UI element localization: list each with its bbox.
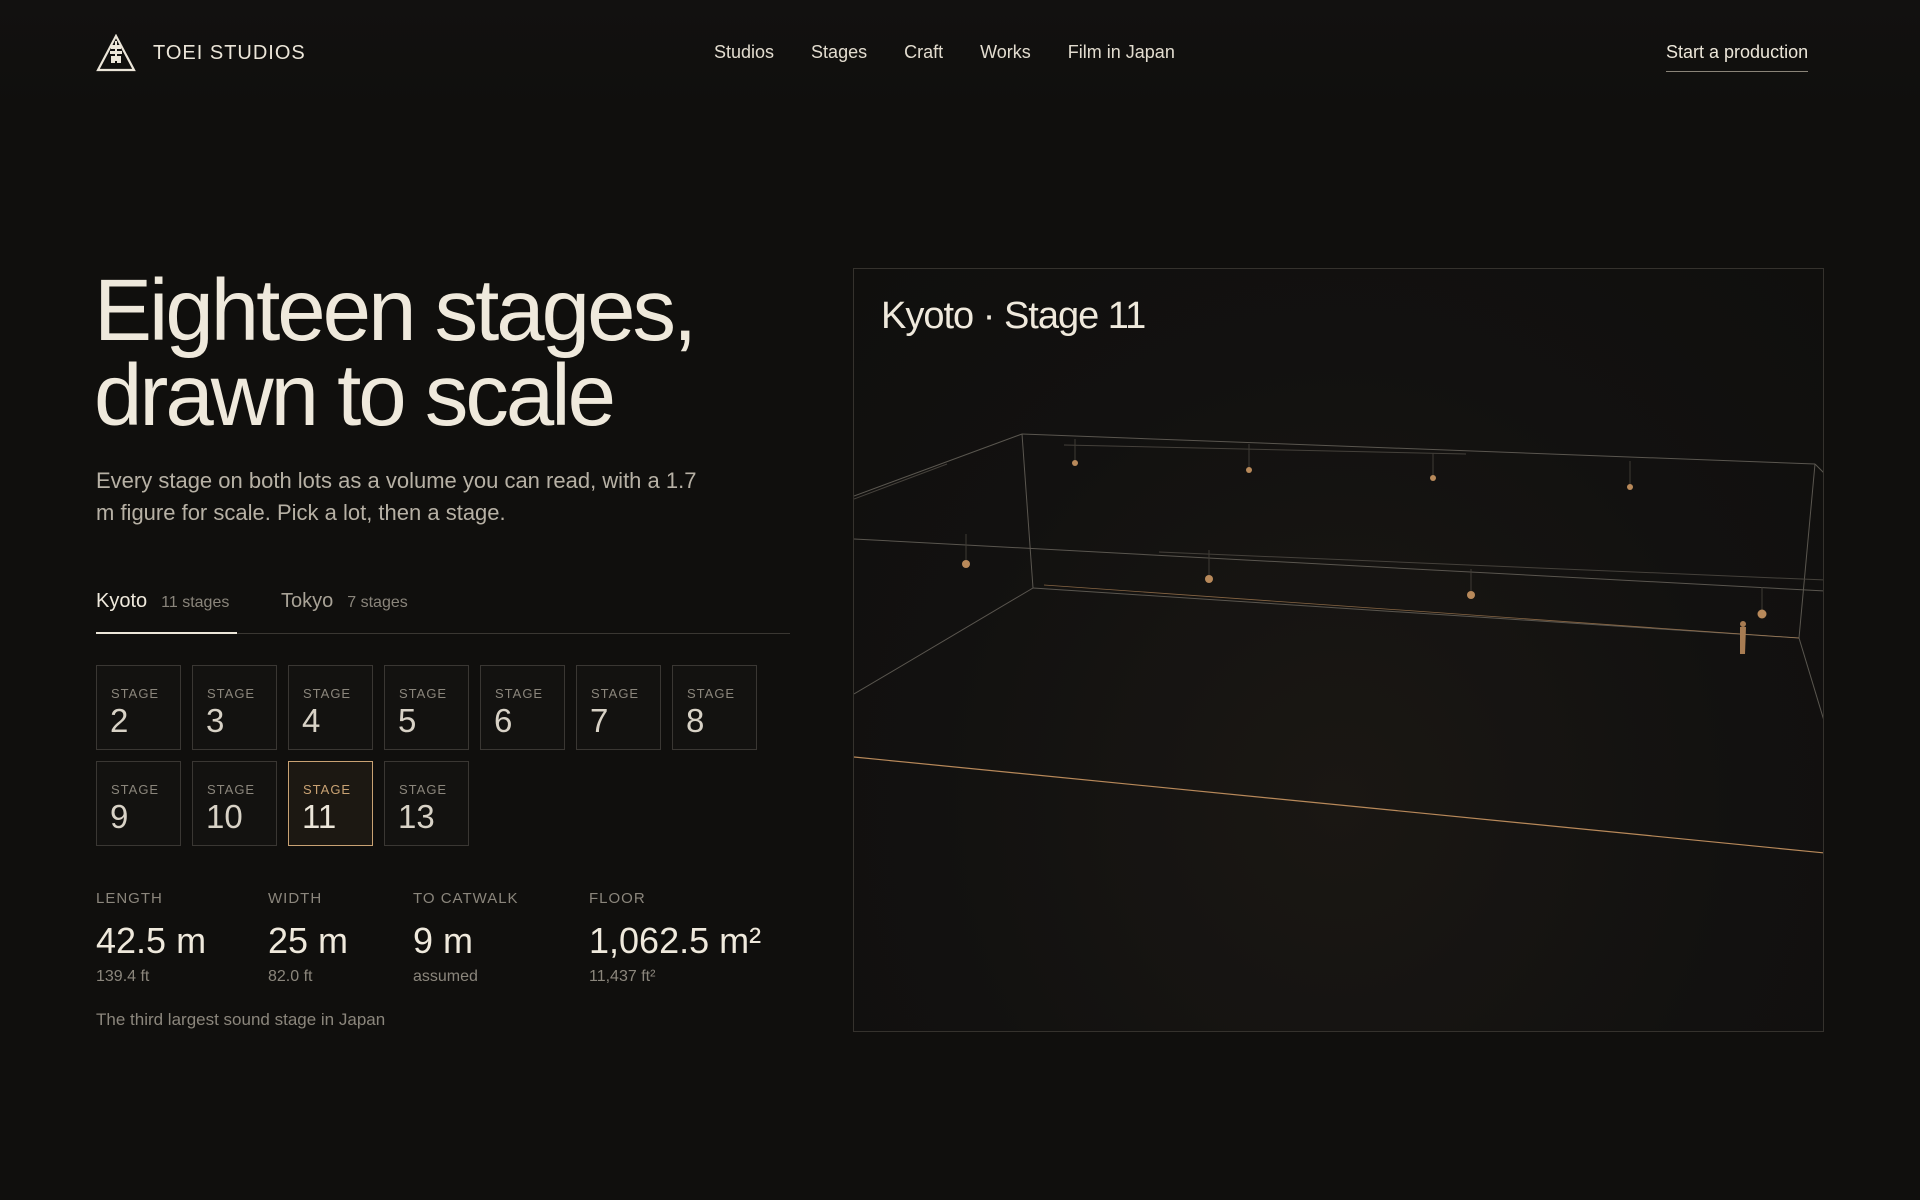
stage-button-4[interactable]: STAGE 4 [288,665,373,750]
toei-triangle-logo-icon [96,34,136,72]
stage-button-10[interactable]: STAGE 10 [192,761,277,846]
stage-button-6[interactable]: STAGE 6 [480,665,565,750]
hero-title-line-1: Eighteen stages, [94,262,697,359]
stage-number: 9 [110,798,129,835]
top-navigation-bar: TOEI STUDIOS Studios Stages Craft Works … [0,0,1920,110]
stage-wireframe [854,433,1823,854]
stage-button-13[interactable]: STAGE 13 [384,761,469,846]
stage-light [962,560,970,568]
lot-name: Tokyo [281,590,334,612]
front-top-highlight [1043,584,1800,639]
wire-back-left-vertical [1021,433,1034,589]
stage-label: STAGE [687,686,736,701]
stat-note: assumed [413,968,478,985]
stage-number: 3 [206,702,225,739]
stat-imperial: 139.4 ft [96,968,150,985]
stage-light [1246,467,1252,473]
wire-back-top [1021,433,1816,465]
stage-label: STAGE [207,782,256,797]
stage-light [1467,591,1475,599]
nav-item-stages[interactable]: Stages [811,42,867,63]
stat-key: TO CATWALK [413,890,519,907]
stage-number: 8 [686,702,705,739]
hero-subtitle: Every stage on both lots as a volume you… [96,468,697,525]
wire-left-top [854,433,1023,497]
stat-length: LENGTH 42.5 m 139.4 ft [96,890,206,986]
nav-item-studios[interactable]: Studios [714,42,774,63]
stage-light [1627,484,1633,490]
stage-button-7[interactable]: STAGE 7 [576,665,661,750]
viewer-title: Kyoto · Stage 11 [881,295,1146,337]
catwalk-rail [854,463,948,500]
stat-value: 25 m [268,920,349,961]
brand-name: TOEI STUDIOS [153,41,306,64]
stage-light [1072,460,1078,466]
stat-value: 9 m [413,920,474,961]
tab-kyoto[interactable]: Kyoto 11 stages [96,590,237,634]
stat-imperial: 11,437 ft² [589,968,656,985]
start-production-link[interactable]: Start a production [1666,42,1809,72]
stat-width: WIDTH 25 m 82.0 ft [268,890,348,986]
stage-number: 5 [398,702,417,739]
nav-item-craft[interactable]: Craft [904,42,943,63]
stage-number: 4 [302,702,321,739]
stage-number: 11 [302,798,337,835]
wire-back-right-vertical [1798,463,1816,639]
wire-right-edge [1814,463,1823,473]
stage-number: 10 [206,798,243,835]
stage-3d-viewer[interactable]: Kyoto · Stage 11 [853,268,1824,1032]
lot-name: Kyoto [96,590,148,612]
stage-label: STAGE [399,782,448,797]
floor-edge-highlight [854,756,1823,854]
stage-label: STAGE [303,686,352,701]
stage-label: STAGE [495,686,544,701]
stage-light [1757,609,1767,619]
stage-button-11[interactable]: STAGE 11 [288,761,373,846]
tab-tokyo[interactable]: Tokyo 7 stages [281,590,408,634]
stat-value: 42.5 m [96,920,207,961]
nav-item-works[interactable]: Works [980,42,1031,63]
stat-key: WIDTH [268,890,323,907]
stage-number: 6 [494,702,513,739]
stage-button-3[interactable]: STAGE 3 [192,665,277,750]
catwalk-rail [1158,551,1823,581]
stage-button-9[interactable]: STAGE 9 [96,761,181,846]
wire-back-floor [1032,587,1800,639]
wire-left-floor [854,587,1034,695]
stage-button-2[interactable]: STAGE 2 [96,665,181,750]
stage-label: STAGE [111,782,160,797]
stat-imperial: 82.0 ft [268,968,313,985]
stage-label: STAGE [303,782,352,797]
lot-stage-count: 11 stages [161,594,230,611]
stage-label: STAGE [207,686,256,701]
stage-number: 13 [398,798,435,835]
stage-note: The third largest sound stage in Japan [96,1010,386,1029]
main-nav: Studios Stages Craft Works Film in Japan [714,42,1175,63]
wire-right-floor [1798,637,1823,720]
stage-number: 2 [110,702,129,739]
lot-stage-count: 7 stages [347,594,408,611]
hero-title: Eighteen stages, drawn to scale [94,267,734,439]
brand[interactable]: TOEI STUDIOS [96,34,306,72]
stat-value: 1,062.5 m² [589,920,762,961]
stage-button-5[interactable]: STAGE 5 [384,665,469,750]
stage-label: STAGE [111,686,160,701]
stat-to-catwalk: TO CATWALK 9 m assumed [413,890,519,986]
stage-light [1205,575,1213,583]
lot-tabs: Kyoto 11 stages Tokyo 7 stages [96,590,790,634]
stage-number: 7 [590,702,609,739]
wire-front-top [854,538,1823,592]
stat-key: FLOOR [589,890,646,907]
scale-figure-icon [1740,621,1746,654]
stat-floor: FLOOR 1,062.5 m² 11,437 ft² [589,890,761,986]
stage-light [1430,475,1436,481]
stage-label: STAGE [399,686,448,701]
catwalk-rail [1063,444,1467,455]
hero-title-line-2: drawn to scale [94,347,616,444]
nav-item-film-in-japan[interactable]: Film in Japan [1068,42,1175,63]
stage-label: STAGE [591,686,640,701]
stage-button-8[interactable]: STAGE 8 [672,665,757,750]
stat-key: LENGTH [96,890,163,907]
